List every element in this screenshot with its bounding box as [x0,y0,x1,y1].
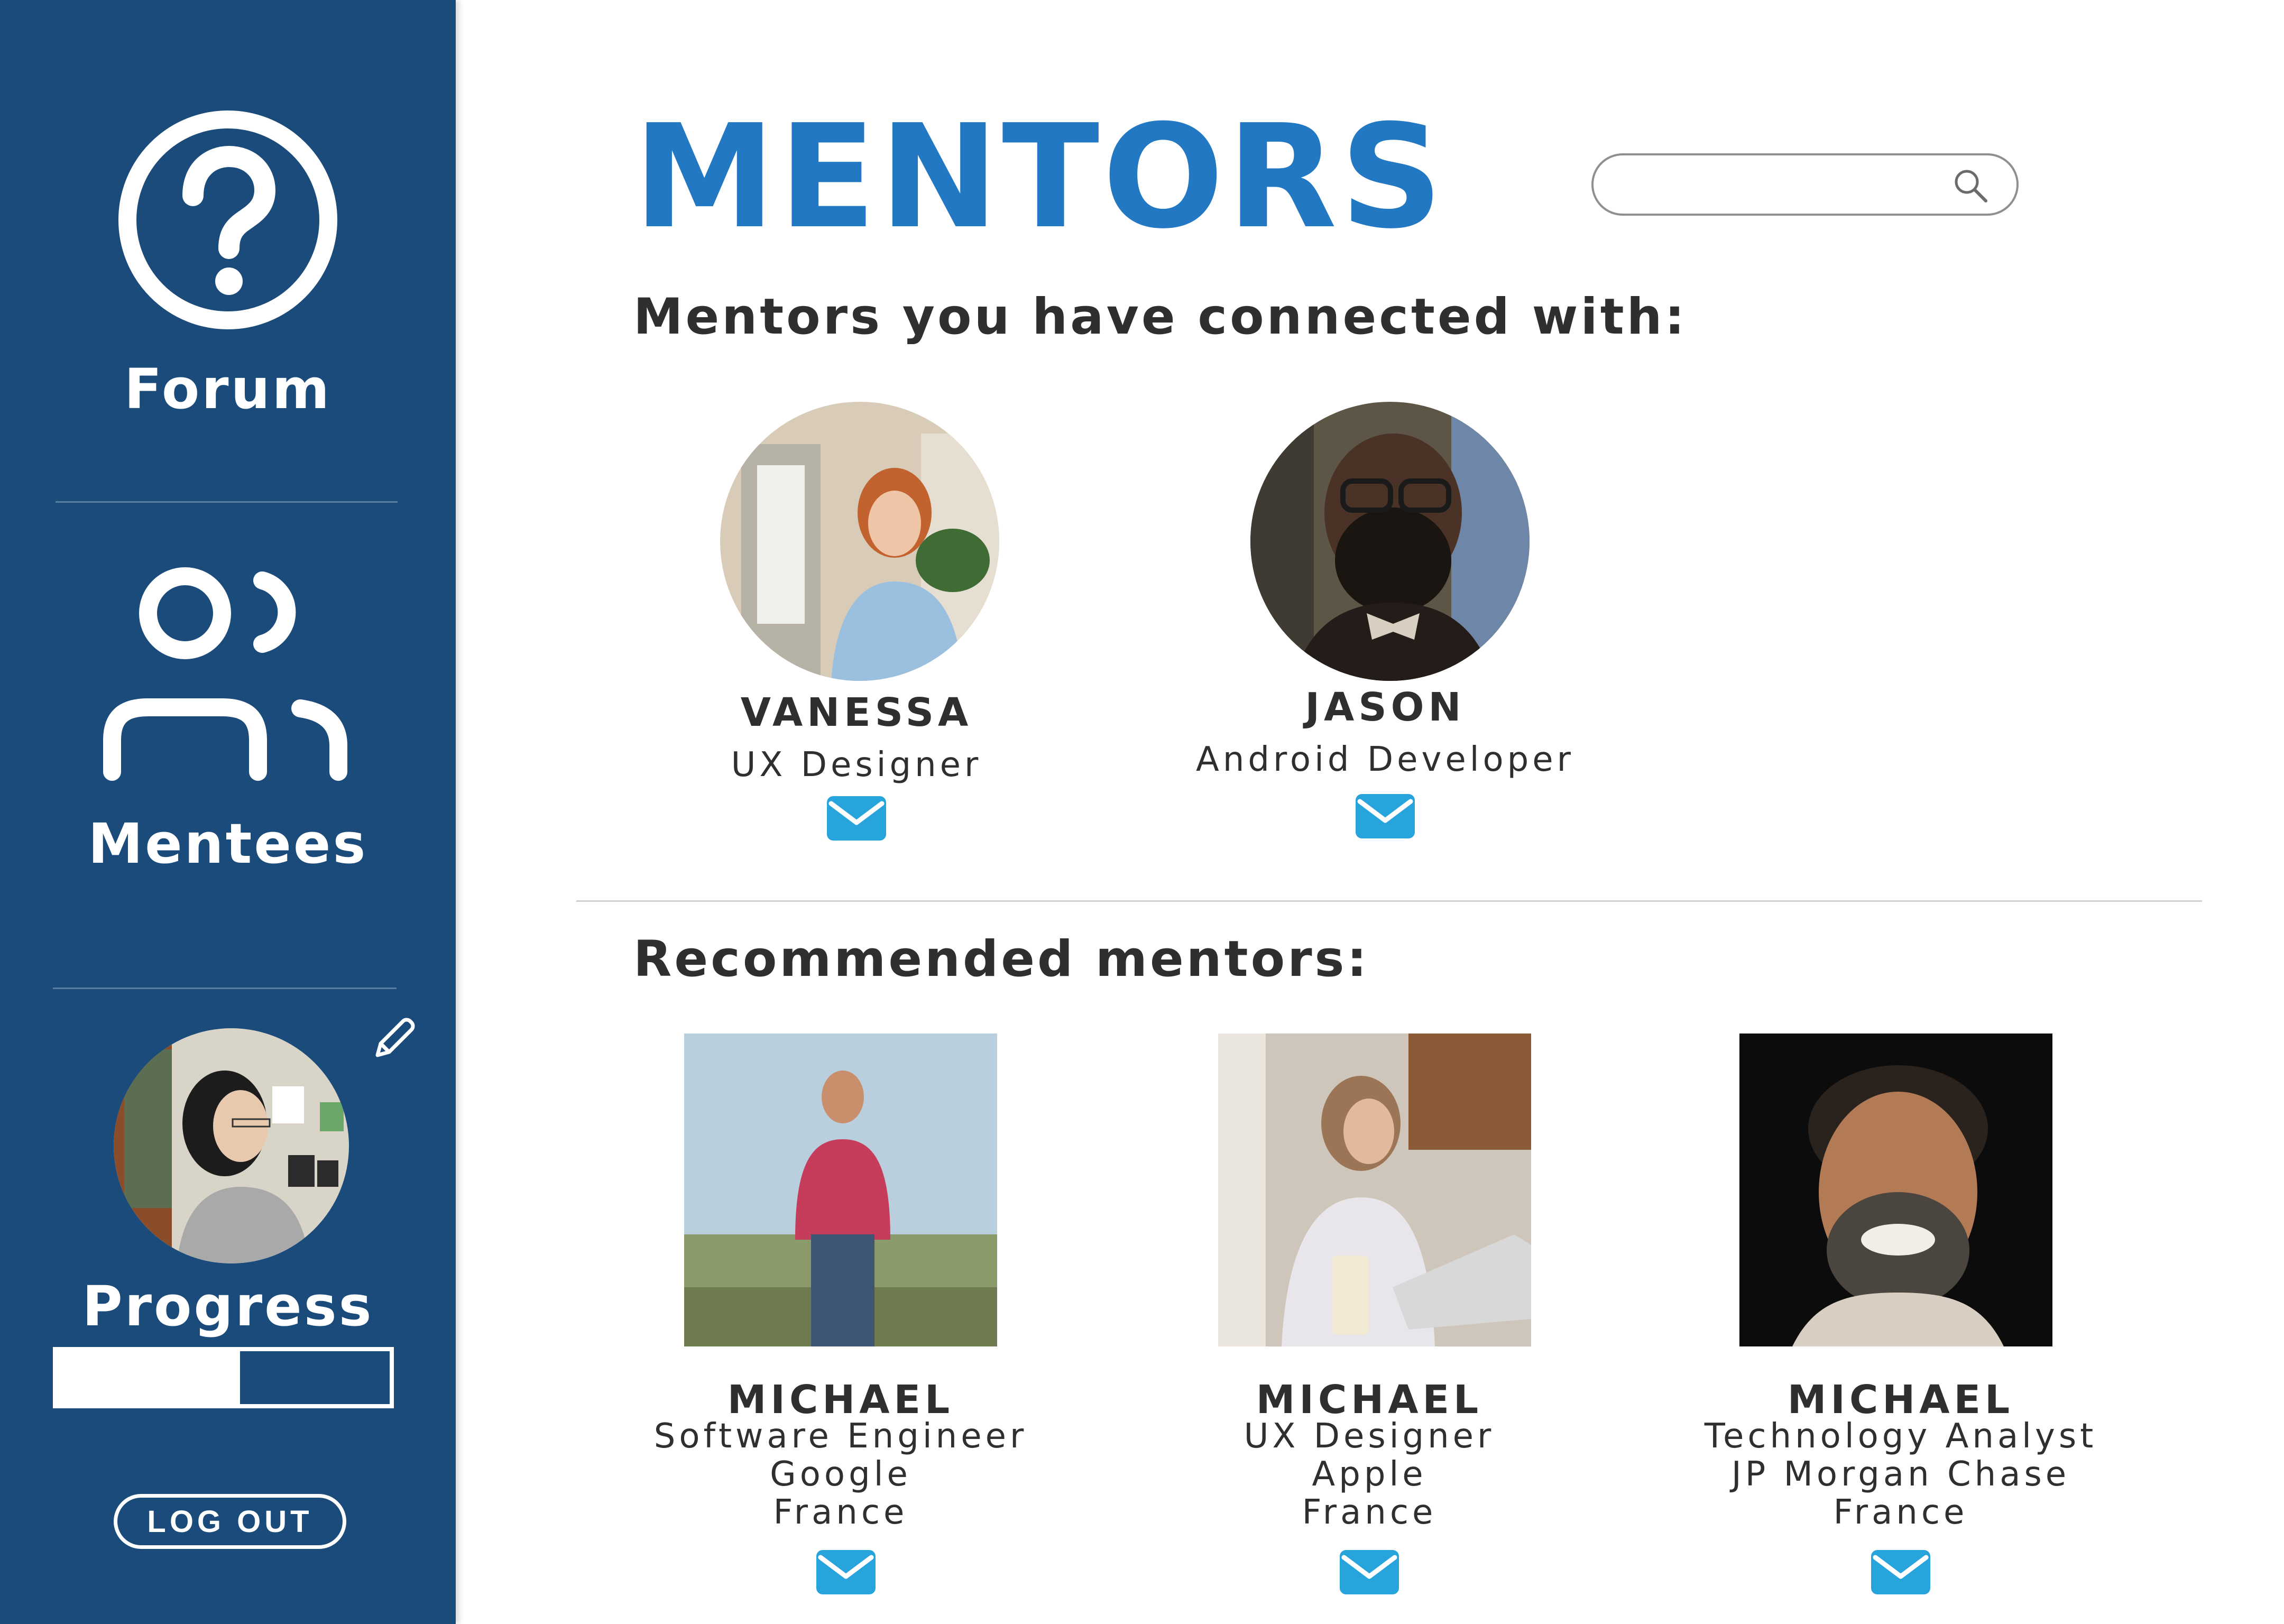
recommended-mentor-card[interactable]: MICHAEL Software Engineer Google France [650,1034,1031,1604]
mentor-name: VANESSA [740,690,973,735]
mentees-label[interactable]: Mentees [0,811,456,876]
mentor-company: JP Morgan Chase [1731,1455,2070,1494]
mentor-photo [720,402,999,681]
users-icon[interactable] [100,566,354,782]
mail-icon[interactable] [1340,1550,1399,1594]
mentor-photo [684,1034,997,1346]
recommended-mentor-card[interactable]: MICHAEL Technology Analyst JP Morgan Cha… [1687,1034,2115,1604]
mentor-photo [1250,402,1530,681]
profile-photo [114,1028,349,1263]
search-icon[interactable] [1952,167,1989,204]
mentor-avatar[interactable] [1250,402,1530,681]
sidebar-divider [56,501,398,503]
mentor-photo [1739,1034,2052,1346]
pencil-icon[interactable] [370,1015,418,1063]
mentor-name: JASON [1305,685,1466,730]
mentor-name: MICHAEL [1787,1377,2014,1423]
mentor-role: Android Developer [1196,740,1574,779]
mentor-name: MICHAEL [1256,1377,1483,1423]
mentor-avatar[interactable] [720,402,999,681]
progress-label[interactable]: Progress [0,1274,456,1339]
page-title: MENTORS [633,94,1447,260]
mentor-photo [1218,1034,1531,1346]
mentor-role: Software Engineer [653,1417,1028,1456]
question-circle-icon[interactable] [114,106,342,334]
mail-icon[interactable] [827,796,886,841]
mail-icon[interactable] [1356,794,1415,838]
connected-mentor-card[interactable]: VANESSA UX Designer [687,402,1026,856]
connected-heading: Mentors you have connected with: [633,288,1688,346]
mail-icon[interactable] [1871,1550,1930,1594]
mentor-role: Technology Analyst [1704,1417,2097,1456]
forum-label[interactable]: Forum [0,357,456,421]
mentor-name: MICHAEL [727,1377,954,1423]
profile-avatar[interactable] [114,1028,349,1263]
search-input[interactable] [1591,153,2019,216]
section-divider [576,900,2202,902]
recommended-mentor-card[interactable]: MICHAEL UX Designer Apple France [1179,1034,1560,1604]
logout-button[interactable]: LOG OUT [114,1494,346,1549]
mentor-country: France [1302,1493,1437,1532]
mentor-role: UX Designer [1244,1417,1495,1456]
mentor-role: UX Designer [731,745,982,785]
sidebar: Forum Mentees Progress LOG OUT [0,0,456,1624]
connected-mentor-card[interactable]: JASON Android Developer [1184,402,1586,856]
progress-fill [57,1351,240,1404]
mail-icon[interactable] [816,1550,876,1594]
mentor-photo-frame[interactable] [684,1034,997,1346]
progress-bar [53,1347,394,1408]
mentor-country: France [1833,1493,1968,1532]
mentor-photo-frame[interactable] [1218,1034,1531,1346]
mentor-country: France [773,1493,908,1532]
sidebar-divider [53,988,397,989]
mentor-company: Google [770,1455,911,1494]
mentor-company: Apple [1312,1455,1427,1494]
recommended-heading: Recommended mentors: [633,930,1370,988]
mentor-photo-frame[interactable] [1739,1034,2052,1346]
